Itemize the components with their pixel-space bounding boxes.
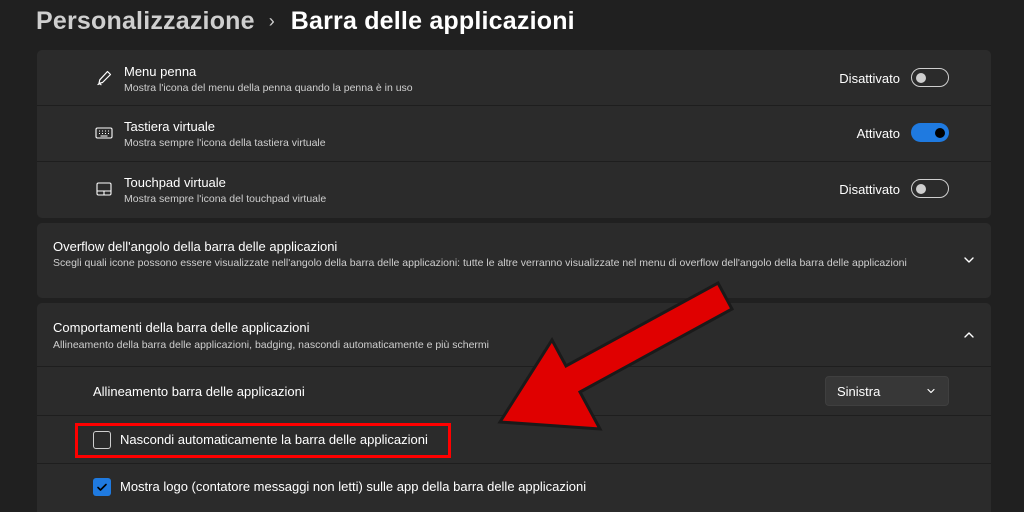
virtual-touchpad-title: Touchpad virtuale — [124, 175, 226, 190]
virtual-touchpad-toggle[interactable] — [911, 179, 949, 198]
alignment-row: Allineamento barra delle applicazioni Si… — [37, 367, 991, 416]
pen-menu-description: Mostra l'icona del menu della penna quan… — [124, 82, 413, 94]
breadcrumb-separator: › — [268, 10, 275, 31]
pen-menu-row: Menu penna Mostra l'icona del menu della… — [37, 50, 991, 106]
badges-checkbox[interactable] — [93, 478, 111, 496]
touch-keyboard-state-label: Attivato — [856, 126, 900, 141]
checkmark-icon — [97, 483, 107, 491]
touch-keyboard-row: Tastiera virtuale Mostra sempre l'icona … — [37, 106, 991, 162]
touch-keyboard-description: Mostra sempre l'icona della tastiera vir… — [124, 137, 326, 149]
annotation-highlight-box — [75, 423, 451, 458]
badges-label[interactable]: Mostra logo (contatore messaggi non lett… — [120, 479, 586, 494]
touch-keyboard-toggle[interactable] — [911, 123, 949, 142]
overflow-section-header[interactable]: Overflow dell'angolo della barra delle a… — [37, 223, 991, 298]
pen-icon — [95, 69, 113, 87]
virtual-touchpad-description: Mostra sempre l'icona del touchpad virtu… — [124, 193, 327, 205]
toggle-knob — [916, 73, 926, 83]
toggle-knob — [916, 184, 926, 194]
overflow-section-description: Scegli quali icone possono essere visual… — [53, 257, 907, 269]
breadcrumb: Personalizzazione › Barra delle applicaz… — [36, 5, 575, 37]
virtual-touchpad-state-label: Disattivato — [839, 182, 900, 197]
behaviors-section-description: Allineamento della barra delle applicazi… — [53, 339, 490, 351]
pen-menu-toggle[interactable] — [911, 68, 949, 87]
behaviors-section: Comportamenti della barra delle applicaz… — [37, 303, 991, 512]
touch-keyboard-title: Tastiera virtuale — [124, 119, 216, 134]
virtual-touchpad-row: Touchpad virtuale Mostra sempre l'icona … — [37, 162, 991, 218]
chevron-down-icon — [926, 386, 936, 396]
pen-menu-state-label: Disattivato — [839, 71, 900, 86]
behaviors-section-title: Comportamenti della barra delle applicaz… — [53, 320, 310, 335]
breadcrumb-parent-link[interactable]: Personalizzazione — [36, 7, 255, 36]
alignment-label: Allineamento barra delle applicazioni — [93, 384, 305, 399]
toggle-knob — [935, 127, 945, 138]
corner-icons-card: Menu penna Mostra l'icona del menu della… — [37, 50, 991, 218]
keyboard-icon — [95, 124, 113, 142]
page-title: Barra delle applicazioni — [290, 6, 575, 35]
badges-row: Mostra logo (contatore messaggi non lett… — [37, 464, 991, 512]
chevron-up-icon[interactable] — [962, 328, 976, 342]
chevron-down-icon[interactable] — [962, 253, 976, 267]
alignment-dropdown[interactable]: Sinistra — [825, 376, 949, 406]
overflow-section-title: Overflow dell'angolo della barra delle a… — [53, 239, 338, 254]
touchpad-icon — [95, 180, 113, 198]
behaviors-section-header[interactable]: Comportamenti della barra delle applicaz… — [37, 303, 991, 367]
alignment-dropdown-value: Sinistra — [837, 384, 881, 399]
pen-menu-title: Menu penna — [124, 64, 197, 79]
